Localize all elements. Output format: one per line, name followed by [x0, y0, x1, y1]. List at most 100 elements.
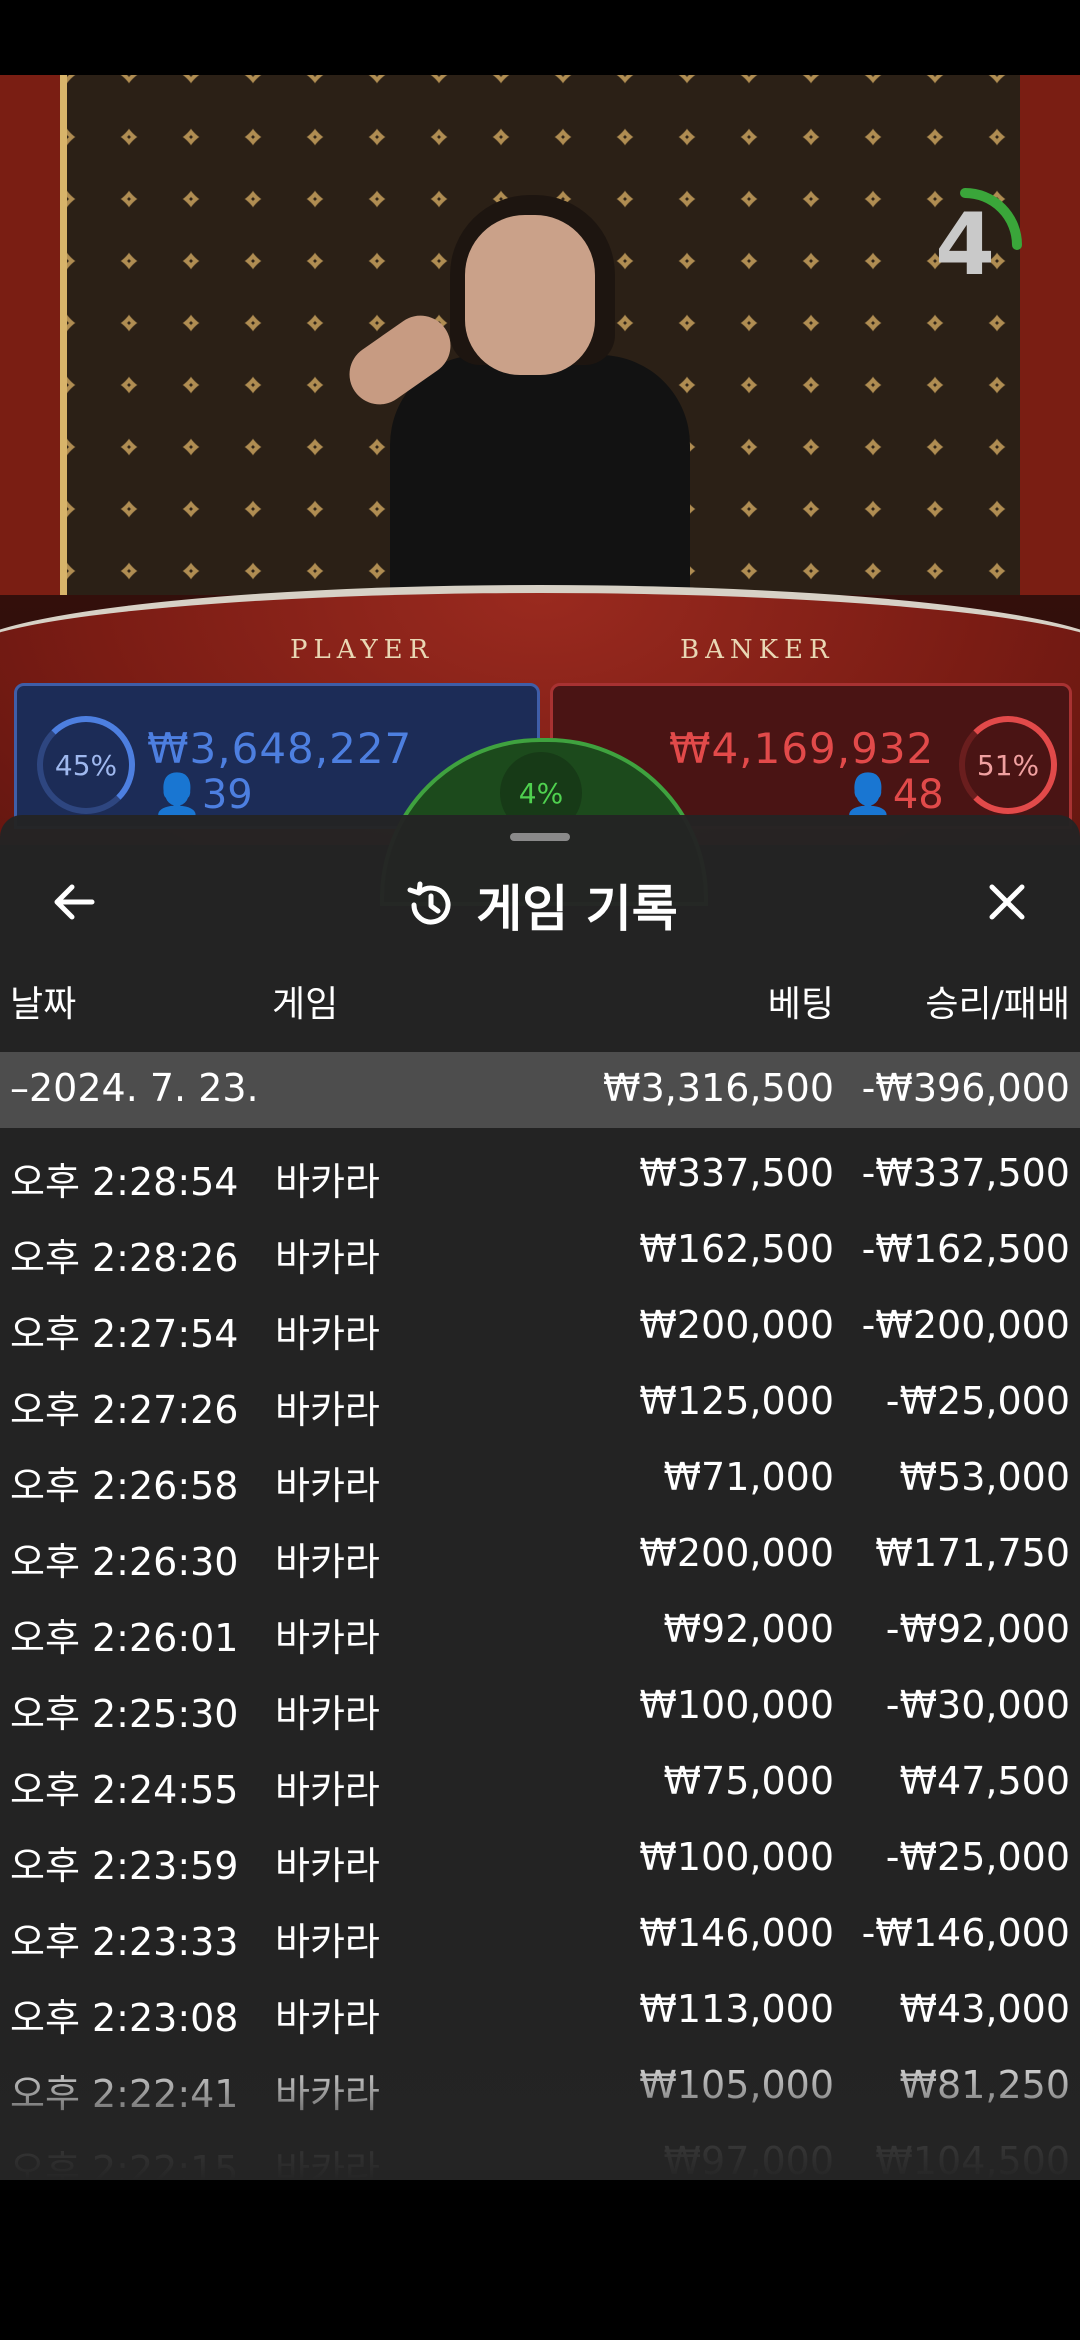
- row-game: 바카라: [275, 1768, 380, 1812]
- row-result: -₩92,000: [885, 1607, 1070, 1651]
- banker-percent: 51%: [959, 716, 1057, 814]
- row-game: 바카라: [275, 2072, 380, 2116]
- table-row[interactable]: 오후 2:22:41 바카라 ₩105,000 ₩81,250: [0, 2049, 1080, 2125]
- row-result: -₩337,500: [861, 1151, 1070, 1195]
- row-result: -₩146,000: [861, 1911, 1070, 1955]
- row-time: 오후 2:23:08: [10, 1996, 239, 2040]
- player-count: 👤39: [152, 771, 253, 818]
- row-game: 바카라: [275, 1996, 380, 2040]
- row-result: ₩53,000: [899, 1455, 1070, 1499]
- sheet-drag-handle[interactable]: [510, 833, 570, 841]
- app-root: PLAYER BANKER 4 45% ₩3,648,227 👤39 ₩4,16…: [0, 0, 1080, 2340]
- row-result: -₩200,000: [861, 1303, 1070, 1347]
- row-time: 오후 2:27:26: [10, 1388, 239, 1432]
- sheet-title-bar: 게임 기록: [0, 870, 1080, 940]
- row-game: 바카라: [275, 1160, 380, 1204]
- dealer-head: [465, 215, 595, 375]
- table-label-player: PLAYER: [290, 635, 435, 665]
- row-result: -₩25,000: [885, 1379, 1070, 1423]
- history-icon: [407, 881, 451, 925]
- day-summary-result: -₩396,000: [861, 1066, 1070, 1110]
- row-time: 오후 2:22:41: [10, 2072, 239, 2116]
- row-bet: ₩146,000: [639, 1911, 834, 1955]
- table-row[interactable]: 오후 2:25:30 바카라 ₩100,000 -₩30,000: [0, 1669, 1080, 1745]
- table-row[interactable]: 오후 2:23:33 바카라 ₩146,000 -₩146,000: [0, 1897, 1080, 1973]
- row-bet: ₩71,000: [663, 1455, 834, 1499]
- row-game: 바카라: [275, 2148, 380, 2180]
- row-result: ₩43,000: [899, 1987, 1070, 2031]
- row-bet: ₩75,000: [663, 1759, 834, 1803]
- row-bet: ₩97,000: [663, 2139, 834, 2180]
- day-summary-row[interactable]: –2024. 7. 23. ₩3,316,500 -₩396,000: [0, 1052, 1080, 1128]
- game-history-sheet: 게임 기록 날짜 게임 베팅 승리/패배 –2024. 7. 23. ₩3,31…: [0, 815, 1080, 2180]
- row-bet: ₩92,000: [663, 1607, 834, 1651]
- row-game: 바카라: [275, 1312, 380, 1356]
- row-result: -₩30,000: [885, 1683, 1070, 1727]
- table-row[interactable]: 오후 2:27:54 바카라 ₩200,000 -₩200,000: [0, 1289, 1080, 1365]
- banker-total-amount: ₩4,169,932: [669, 724, 935, 773]
- row-result: ₩81,250: [899, 2063, 1070, 2107]
- row-time: 오후 2:28:26: [10, 1236, 239, 1280]
- table-row[interactable]: 오후 2:26:01 바카라 ₩92,000 -₩92,000: [0, 1593, 1080, 1669]
- row-bet: ₩162,500: [639, 1227, 834, 1271]
- row-result: ₩104,500: [875, 2139, 1070, 2180]
- row-result: -₩25,000: [885, 1835, 1070, 1879]
- dealer: [337, 155, 720, 625]
- table-row[interactable]: 오후 2:28:54 바카라 ₩337,500 -₩337,500: [0, 1137, 1080, 1213]
- row-result: ₩47,500: [899, 1759, 1070, 1803]
- close-button[interactable]: [972, 867, 1042, 937]
- table-label-banker: BANKER: [680, 635, 835, 665]
- row-time: 오후 2:26:01: [10, 1616, 239, 1660]
- row-bet: ₩100,000: [639, 1835, 834, 1879]
- table-row[interactable]: 오후 2:26:58 바카라 ₩71,000 ₩53,000: [0, 1441, 1080, 1517]
- row-bet: ₩113,000: [639, 1987, 834, 2031]
- row-game: 바카라: [275, 1844, 380, 1888]
- row-game: 바카라: [275, 1236, 380, 1280]
- row-time: 오후 2:23:59: [10, 1844, 239, 1888]
- day-summary-date: –2024. 7. 23.: [10, 1066, 259, 1110]
- row-bet: ₩337,500: [639, 1151, 834, 1195]
- row-bet: ₩100,000: [639, 1683, 834, 1727]
- column-header-result: 승리/패배: [925, 984, 1070, 1025]
- row-game: 바카라: [275, 1464, 380, 1508]
- row-time: 오후 2:22:15: [10, 2148, 239, 2180]
- table-row[interactable]: 오후 2:24:55 바카라 ₩75,000 ₩47,500: [0, 1745, 1080, 1821]
- row-bet: ₩105,000: [639, 2063, 834, 2107]
- row-result: ₩171,750: [875, 1531, 1070, 1575]
- row-time: 오후 2:25:30: [10, 1692, 239, 1736]
- row-game: 바카라: [275, 1540, 380, 1584]
- banker-count-value: 48: [892, 772, 944, 818]
- banker-count: 👤48: [843, 771, 944, 818]
- row-game: 바카라: [275, 1388, 380, 1432]
- column-header-bet: 베팅: [767, 984, 834, 1025]
- table-row[interactable]: 오후 2:28:26 바카라 ₩162,500 -₩162,500: [0, 1213, 1080, 1289]
- column-header-game: 게임: [272, 984, 339, 1025]
- player-total-amount: ₩3,648,227: [147, 724, 413, 773]
- table-row[interactable]: 오후 2:23:08 바카라 ₩113,000 ₩43,000: [0, 1973, 1080, 2049]
- close-icon: [989, 884, 1025, 920]
- person-icon: 👤: [152, 772, 202, 818]
- round-countdown: 4: [905, 185, 1025, 305]
- row-time: 오후 2:27:54: [10, 1312, 239, 1356]
- row-game: 바카라: [275, 1692, 380, 1736]
- person-icon: 👤: [843, 772, 893, 818]
- sheet-title: 게임 기록: [476, 880, 678, 938]
- table-row[interactable]: 오후 2:23:59 바카라 ₩100,000 -₩25,000: [0, 1821, 1080, 1897]
- player-percent: 45%: [37, 716, 135, 814]
- row-time: 오후 2:24:55: [10, 1768, 239, 1812]
- row-bet: ₩200,000: [639, 1531, 834, 1575]
- row-bet: ₩125,000: [639, 1379, 834, 1423]
- row-time: 오후 2:26:30: [10, 1540, 239, 1584]
- row-time: 오후 2:28:54: [10, 1160, 239, 1204]
- day-summary-bet: ₩3,316,500: [603, 1066, 834, 1110]
- column-header-date: 날짜: [10, 984, 77, 1025]
- player-count-value: 39: [201, 772, 253, 818]
- row-result: -₩162,500: [861, 1227, 1070, 1271]
- row-time: 오후 2:23:33: [10, 1920, 239, 1964]
- row-game: 바카라: [275, 1616, 380, 1660]
- countdown-number: 4: [935, 195, 995, 295]
- row-game: 바카라: [275, 1920, 380, 1964]
- table-row[interactable]: 오후 2:22:15 바카라 ₩97,000 ₩104,500: [0, 2125, 1080, 2180]
- table-row[interactable]: 오후 2:26:30 바카라 ₩200,000 ₩171,750: [0, 1517, 1080, 1593]
- table-row[interactable]: 오후 2:27:26 바카라 ₩125,000 -₩25,000: [0, 1365, 1080, 1441]
